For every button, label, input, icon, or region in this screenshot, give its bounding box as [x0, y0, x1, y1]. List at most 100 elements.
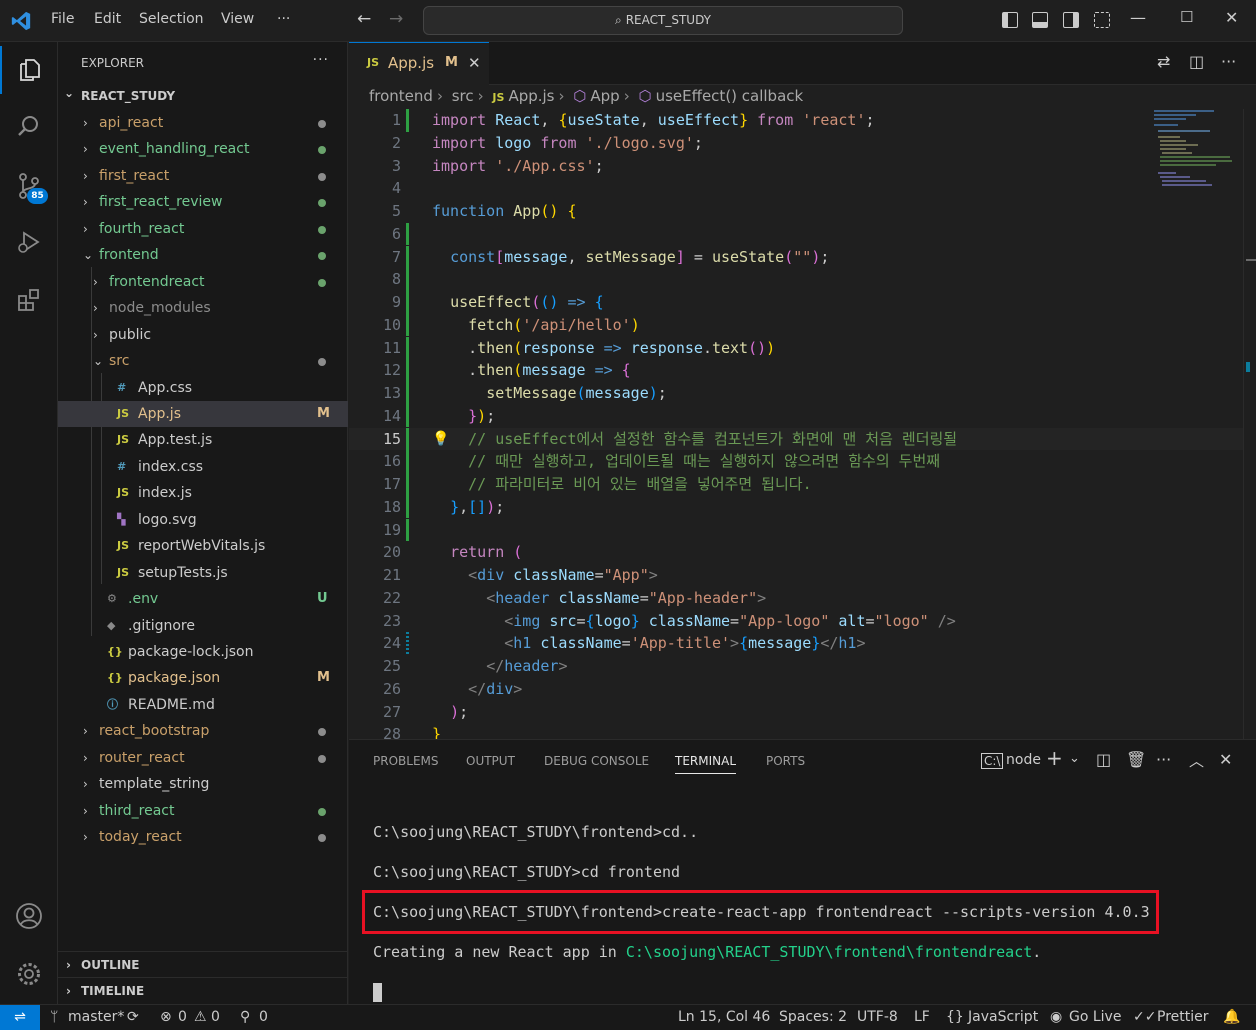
split-terminal-icon[interactable]: ◫ [1096, 750, 1111, 769]
error-count[interactable]: 0 [178, 1009, 187, 1025]
go-live[interactable]: Go Live [1069, 1009, 1121, 1025]
breadcrumb-app[interactable]: App [590, 87, 619, 105]
folder-item[interactable]: › template_string [58, 771, 348, 797]
code-line[interactable]: 4 [349, 177, 1256, 200]
code-line[interactable]: 5 function App() { [349, 200, 1256, 223]
minimize-icon[interactable]: — [1130, 8, 1146, 27]
command-center-search[interactable]: ⌕ REACT_STUDY [423, 6, 903, 35]
warning-icon[interactable]: ⚠ [194, 1009, 207, 1025]
cursor-position[interactable]: Ln 15, Col 46 [678, 1009, 770, 1025]
folder-item[interactable]: › api_react [58, 110, 348, 136]
file-item[interactable]: # index.css [58, 454, 348, 480]
folder-item[interactable]: › node_modules [58, 295, 348, 321]
code-line[interactable]: 13 setMessage(message); [349, 382, 1256, 405]
accounts-activity[interactable] [0, 892, 58, 940]
maximize-panel-icon[interactable]: ︿ [1189, 750, 1204, 771]
folder-item[interactable]: › fourth_react [58, 216, 348, 242]
tab-output[interactable]: OUTPUT [466, 754, 515, 768]
toggle-primary-sidebar-icon[interactable] [1002, 12, 1018, 28]
folder-item[interactable]: › react_bootstrap [58, 718, 348, 744]
code-line[interactable]: 23 <img src={logo} className="App-logo" … [349, 610, 1256, 633]
code-line[interactable]: 19 [349, 518, 1256, 542]
folder-item[interactable]: ⌄ src [58, 348, 348, 374]
branch-name[interactable]: master* [68, 1009, 124, 1025]
code-line[interactable]: 2 import logo from './logo.svg'; [349, 132, 1256, 155]
eol[interactable]: LF [914, 1009, 930, 1025]
file-item[interactable]: JS App.test.js [58, 427, 348, 453]
code-line[interactable]: 18 },[]); [349, 495, 1256, 519]
file-item[interactable]: JS index.js [58, 480, 348, 506]
file-item[interactable]: JS App.js M [58, 400, 348, 428]
folder-item[interactable]: › frontendreact [58, 269, 348, 295]
code-line[interactable]: 3 import './App.css'; [349, 155, 1256, 178]
code-line[interactable]: 8 [349, 268, 1256, 291]
code-line[interactable]: 26 </div> [349, 678, 1256, 701]
editor-scrollbar[interactable] [1243, 109, 1256, 739]
menu-file[interactable]: File [51, 11, 74, 27]
more-actions-icon[interactable]: ··· [1221, 52, 1236, 71]
code-line[interactable]: 25 </header> [349, 655, 1256, 678]
terminal-name[interactable]: node [1006, 752, 1041, 768]
code-line[interactable]: 21 <div className="App"> [349, 564, 1256, 587]
tab-ports[interactable]: PORTS [766, 754, 805, 768]
file-item[interactable]: # App.css [58, 375, 348, 401]
language-mode[interactable]: JavaScript [968, 1009, 1038, 1025]
chevron-down-icon[interactable]: ⌄ [1069, 751, 1080, 766]
code-line[interactable]: 1 import React, {useState, useEffect} fro… [349, 109, 1256, 132]
forward-arrow-icon[interactable]: → [389, 9, 403, 29]
code-line[interactable]: 16 // 때만 실행하고, 업데이트될 때는 실행하지 않으려면 함수의 두번… [349, 450, 1256, 473]
error-icon[interactable]: ⊗ [160, 1009, 172, 1025]
file-item[interactable]: ⓘ README.md [58, 692, 348, 718]
menu-view[interactable]: View [221, 11, 254, 27]
compare-changes-icon[interactable]: ⇄ [1157, 52, 1170, 71]
workspace-root[interactable]: ⌄ REACT_STUDY [58, 85, 348, 107]
code-line[interactable]: 27 ); [349, 701, 1256, 724]
indentation[interactable]: Spaces: 2 [779, 1009, 847, 1025]
minimap[interactable] [1150, 110, 1245, 190]
breadcrumb-src[interactable]: src [452, 87, 474, 105]
close-panel-icon[interactable]: ✕ [1219, 750, 1232, 769]
customize-layout-icon[interactable] [1094, 12, 1110, 28]
folder-item[interactable]: › today_react [58, 824, 348, 850]
timeline-section[interactable]: › TIMELINE [58, 977, 348, 1003]
file-item[interactable]: ⚙ .env U [58, 586, 348, 612]
folder-item[interactable]: ⌄ frontend [58, 242, 348, 268]
notifications-bell-icon[interactable]: 🔔 [1223, 1009, 1240, 1025]
tab-debug-console[interactable]: DEBUG CONSOLE [544, 754, 649, 768]
explorer-activity[interactable] [0, 46, 58, 94]
more-actions-icon[interactable]: ··· [313, 52, 329, 68]
tab-terminal[interactable]: TERMINAL [675, 754, 737, 774]
more-actions-icon[interactable]: ··· [1156, 750, 1171, 769]
back-arrow-icon[interactable]: ← [357, 9, 371, 29]
code-editor[interactable]: 1 import React, {useState, useEffect} fro… [349, 109, 1256, 739]
folder-item[interactable]: › first_react_review [58, 189, 348, 215]
menu-more[interactable]: ··· [277, 11, 290, 27]
warning-count[interactable]: 0 [211, 1009, 220, 1025]
code-line[interactable]: 15 💡 // useEffect에서 설정한 함수를 컴포넌트가 화면에 맨 처… [349, 427, 1256, 451]
code-line[interactable]: 12 .then(message => { [349, 359, 1256, 382]
trash-icon[interactable]: 🗑 [1126, 750, 1146, 769]
code-line[interactable]: 17 // 파라미터로 비어 있는 배열을 넣어주면 됩니다. [349, 473, 1256, 496]
code-line[interactable]: 6 [349, 222, 1256, 246]
encoding[interactable]: UTF-8 [857, 1009, 898, 1025]
toggle-secondary-sidebar-icon[interactable] [1063, 12, 1079, 28]
prettier[interactable]: Prettier [1157, 1009, 1209, 1025]
ports-icon[interactable]: ⚲ [240, 1009, 250, 1025]
code-line[interactable]: 10 fetch('/api/hello') [349, 313, 1256, 337]
file-item[interactable]: ▚ logo.svg [58, 507, 348, 533]
folder-item[interactable]: › public [58, 322, 348, 348]
tab-problems[interactable]: PROBLEMS [373, 754, 439, 768]
extensions-activity[interactable] [0, 276, 58, 324]
folder-item[interactable]: › event_handling_react [58, 136, 348, 162]
file-item[interactable]: {} package-lock.json [58, 639, 348, 665]
code-line[interactable]: 14 }); [349, 404, 1256, 428]
run-debug-activity[interactable] [0, 218, 58, 266]
file-item[interactable]: JS setupTests.js [58, 560, 348, 586]
outline-section[interactable]: › OUTLINE [58, 951, 348, 977]
search-activity[interactable] [0, 102, 58, 150]
file-item[interactable]: ◆ .gitignore [58, 613, 348, 639]
code-line[interactable]: 20 return ( [349, 541, 1256, 564]
file-item[interactable]: {} package.json M [58, 665, 348, 691]
menu-selection[interactable]: Selection [139, 11, 204, 27]
file-item[interactable]: JS reportWebVitals.js [58, 533, 348, 559]
